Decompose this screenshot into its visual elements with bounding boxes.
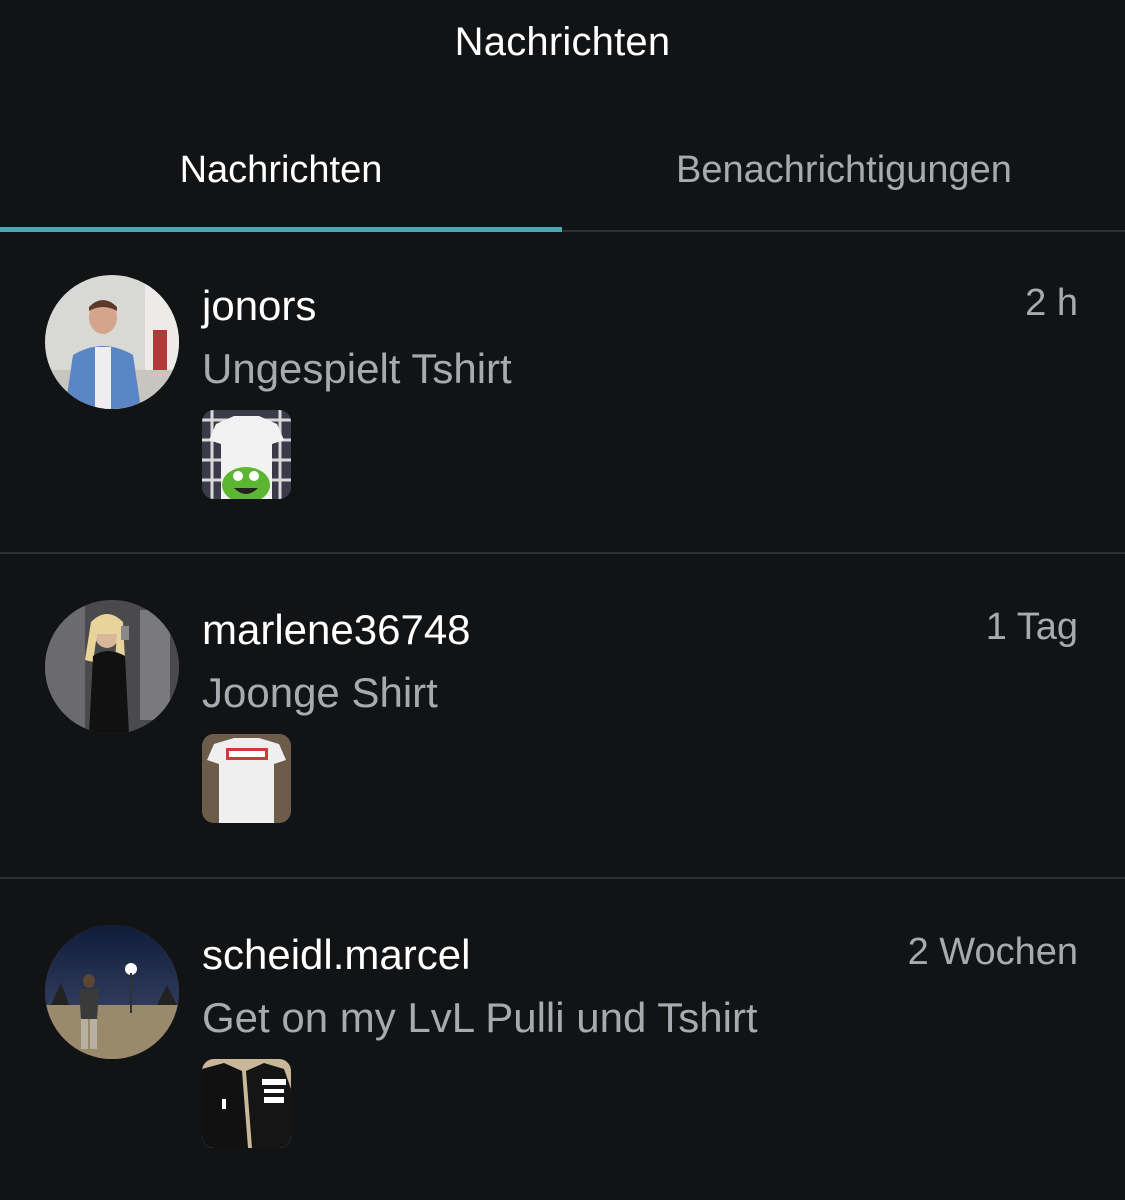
item-thumbnail[interactable] [202,734,291,823]
tab-bar: Nachrichten Benachrichtigungen [0,130,1125,232]
user-avatar-photo-icon [45,925,179,1059]
timestamp: 2 h [1025,282,1078,324]
message-subject: Ungespielt Tshirt [202,345,512,392]
timestamp: 2 Wochen [907,931,1078,973]
top-bar: Nachrichten [0,0,1125,90]
conversation-row[interactable]: marlene36748 Joonge Shirt 1 Tag [0,554,1125,878]
username: marlene36748 [202,606,471,653]
avatar[interactable] [45,600,179,734]
user-avatar-photo-icon [45,275,179,409]
user-avatar-photo-icon [45,600,179,734]
tshirt-photo-icon [202,734,291,823]
page-title: Nachrichten [454,20,671,64]
message-subject: Get on my LvL Pulli und Tshirt [202,994,758,1041]
conversation-row[interactable]: jonors Ungespielt Tshirt 2 h [0,230,1125,554]
username: jonors [202,282,317,329]
tab-nachrichten[interactable]: Nachrichten [0,130,562,228]
avatar[interactable] [45,925,179,1059]
tshirt-photo-icon [202,410,291,499]
conversation-row[interactable]: scheidl.marcel Get on my LvL Pulli und T… [0,879,1125,1200]
item-thumbnail[interactable] [202,410,291,499]
item-thumbnail[interactable] [202,1059,291,1148]
avatar[interactable] [45,275,179,409]
messages-screen: Nachrichten Nachrichten Benachrichtigung… [0,0,1125,1200]
message-subject: Joonge Shirt [202,669,438,716]
username: scheidl.marcel [202,931,471,978]
tab-benachrichtigungen[interactable]: Benachrichtigungen [563,130,1125,228]
hoodie-photo-icon [202,1059,291,1148]
timestamp: 1 Tag [985,606,1078,648]
